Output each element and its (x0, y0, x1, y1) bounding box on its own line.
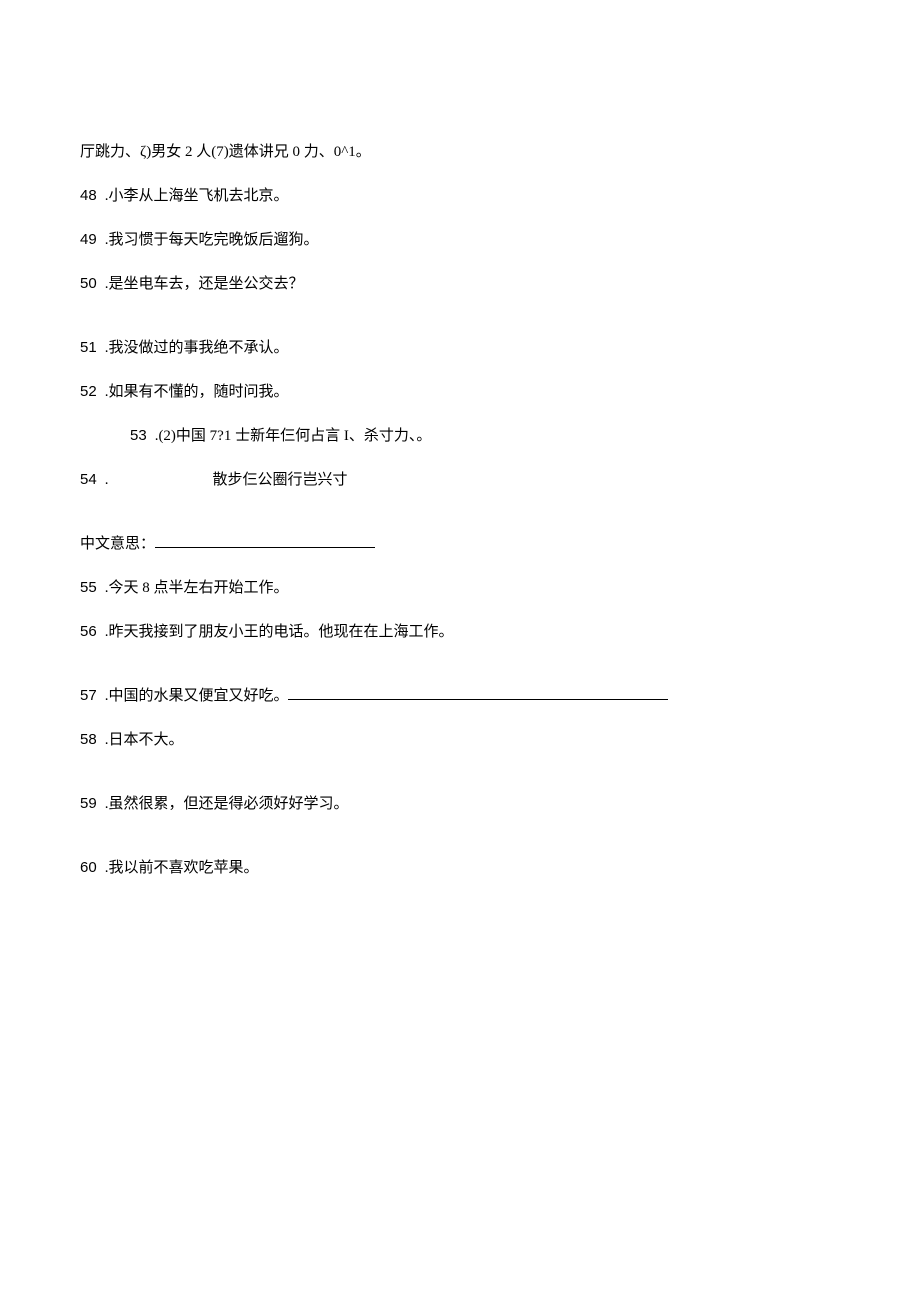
q49-num: 49 (80, 228, 97, 252)
spacer (80, 664, 840, 684)
q49-text: .我习惯于每天吃完晚饭后遛狗。 (105, 228, 319, 252)
q52-num: 52 (80, 380, 97, 404)
meaning-label: 中文意思： (80, 532, 155, 556)
spacer (80, 772, 840, 792)
q58-num: 58 (80, 728, 97, 752)
q57-text: .中国的水果又便宜又好吃。 (105, 684, 289, 708)
q50-num: 50 (80, 272, 97, 296)
q48-text: .小李从上海坐飞机去北京。 (105, 184, 289, 208)
q48-line: 48 .小李从上海坐飞机去北京。 (80, 184, 840, 208)
intro-text: 厅跳力、ζ)男女 2 人(7)遗体讲兄 0 力、0^1。 (80, 140, 371, 164)
q54-line: 54 . 散步仨公圈行岂兴寸 (80, 468, 840, 492)
q50-line: 50 .是坐电车去，还是坐公交去？ (80, 272, 840, 296)
q57-line: 57 .中国的水果又便宜又好吃。 (80, 684, 840, 708)
q55-line: 55 .今天 8 点半左右开始工作。 (80, 576, 840, 600)
q53-text: .(2)中国 7?1 士新年仨何占言 I、杀寸力、。 (155, 424, 432, 448)
q59-text: .虽然很累，但还是得必须好好学习。 (105, 792, 349, 816)
q54-dot: . (105, 468, 109, 492)
q50-text: .是坐电车去，还是坐公交去？ (105, 272, 304, 296)
q57-num: 57 (80, 684, 97, 708)
spacer (80, 512, 840, 532)
q57-blank[interactable] (288, 685, 668, 700)
spacer (80, 316, 840, 336)
q54-tail: 散步仨公圈行岂兴寸 (212, 468, 347, 492)
q53-line: 53 .(2)中国 7?1 士新年仨何占言 I、杀寸力、。 (80, 424, 840, 448)
q51-line: 51 .我没做过的事我绝不承认。 (80, 336, 840, 360)
q53-num: 53 (130, 424, 147, 448)
q58-line: 58 .日本不大。 (80, 728, 840, 752)
q56-line: 56 .昨天我接到了朋友小王的电话。他现在在上海工作。 (80, 620, 840, 644)
q56-text: .昨天我接到了朋友小王的电话。他现在在上海工作。 (105, 620, 454, 644)
meaning-line: 中文意思： (80, 532, 840, 556)
meaning-blank[interactable] (155, 533, 375, 548)
q55-text: .今天 8 点半左右开始工作。 (105, 576, 289, 600)
q60-line: 60 .我以前不喜欢吃苹果。 (80, 856, 840, 880)
intro-line: 厅跳力、ζ)男女 2 人(7)遗体讲兄 0 力、0^1。 (80, 140, 840, 164)
q56-num: 56 (80, 620, 97, 644)
q60-num: 60 (80, 856, 97, 880)
spacer (80, 836, 840, 856)
q60-text: .我以前不喜欢吃苹果。 (105, 856, 259, 880)
q52-line: 52 .如果有不懂的，随时问我。 (80, 380, 840, 404)
q59-num: 59 (80, 792, 97, 816)
q49-line: 49 .我习惯于每天吃完晚饭后遛狗。 (80, 228, 840, 252)
q48-num: 48 (80, 184, 97, 208)
q51-text: .我没做过的事我绝不承认。 (105, 336, 289, 360)
q55-num: 55 (80, 576, 97, 600)
q51-num: 51 (80, 336, 97, 360)
q54-num: 54 (80, 468, 97, 492)
q58-text: .日本不大。 (105, 728, 184, 752)
q59-line: 59 .虽然很累，但还是得必须好好学习。 (80, 792, 840, 816)
q52-text: .如果有不懂的，随时问我。 (105, 380, 289, 404)
